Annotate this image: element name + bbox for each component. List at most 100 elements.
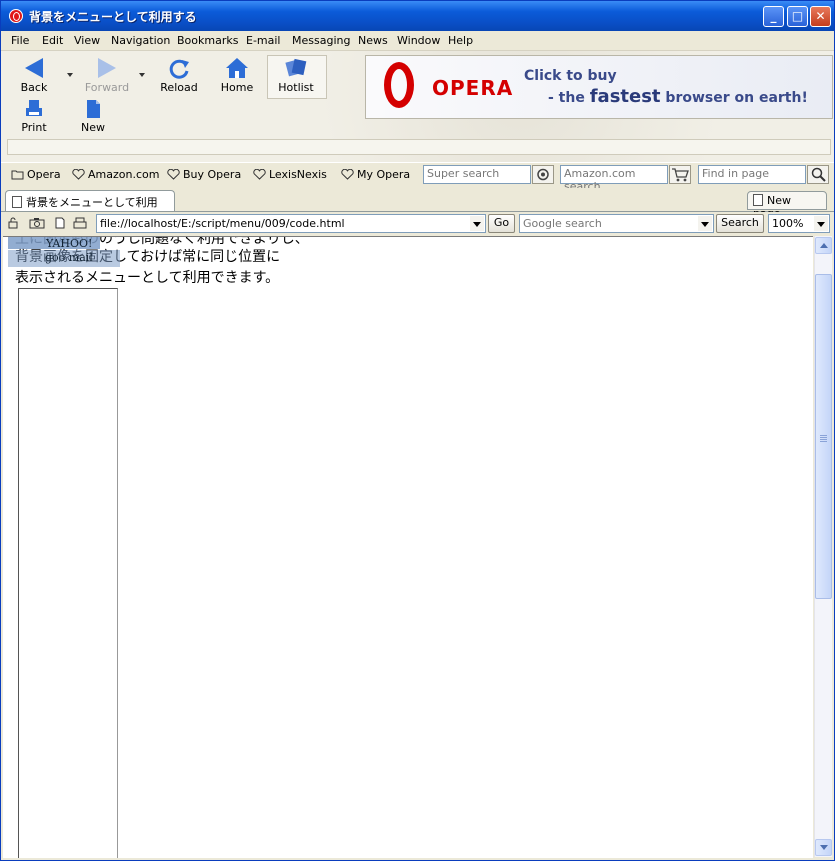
url-history-dropdown[interactable] xyxy=(470,216,484,231)
minimize-button[interactable]: _ xyxy=(763,6,784,27)
hotlist-label: Hotlist xyxy=(278,81,314,94)
page-info-icon[interactable] xyxy=(54,217,66,229)
document-icon xyxy=(12,196,22,208)
banner-line2-prefix: - the xyxy=(548,90,590,106)
menu-email[interactable]: E-mail xyxy=(246,34,281,47)
magnifier-icon xyxy=(811,167,826,182)
search-button[interactable]: Search xyxy=(716,214,764,233)
menu-news[interactable]: News xyxy=(358,34,388,47)
toolbar-empty-strip xyxy=(7,139,831,155)
menu-overlay-goo-mail[interactable]: goo mail xyxy=(45,251,93,264)
banner-brand: OPERA xyxy=(432,76,514,100)
find-in-page-button[interactable] xyxy=(807,165,829,184)
menu-help[interactable]: Help xyxy=(448,34,473,47)
window-title: 背景をメニューとして利用する xyxy=(29,10,197,24)
bookmark-opera-label: Opera xyxy=(27,168,61,181)
home-icon xyxy=(226,58,248,78)
hotlist-button[interactable]: Hotlist xyxy=(271,57,321,94)
forward-history-dropdown[interactable] xyxy=(139,73,145,77)
menu-window[interactable]: Window xyxy=(397,34,440,47)
vertical-scrollbar[interactable] xyxy=(814,236,832,857)
new-page-tab-button[interactable]: New page xyxy=(747,191,827,220)
scroll-up-button[interactable] xyxy=(815,237,832,254)
content-line-2: 表示されるメニューとして利用できます。 xyxy=(15,270,280,286)
menu-messaging[interactable]: Messaging xyxy=(292,34,350,47)
title-bar: 背景をメニューとして利用する _ □ ✕ xyxy=(1,1,834,31)
super-search-icon xyxy=(537,168,549,181)
tab-bar: 背景をメニューとして利用する New page xyxy=(1,188,834,225)
personal-bar: Opera Amazon.com Buy Opera LexisNexis My… xyxy=(1,162,834,193)
close-button[interactable]: ✕ xyxy=(810,6,831,27)
bookmark-amazon-label: Amazon.com xyxy=(88,168,160,181)
reload-label: Reload xyxy=(160,81,198,94)
back-label: Back xyxy=(20,81,48,94)
main-toolbar: Back Forward Reload Home Hotlist OPERA C… xyxy=(1,50,834,163)
banner-line2-suffix: browser on earth! xyxy=(660,90,808,106)
google-search-placeholder: Google search xyxy=(523,217,602,230)
url-input[interactable]: file://localhost/E:/script/menu/009/code… xyxy=(96,214,486,233)
opera-logo-icon xyxy=(384,62,414,108)
heart-icon xyxy=(341,169,354,180)
bookmark-my-opera[interactable]: My Opera xyxy=(341,168,410,181)
find-in-page-input[interactable]: Find in page xyxy=(698,165,806,184)
super-search-input[interactable]: Super search xyxy=(423,165,531,184)
opera-ad-banner[interactable]: OPERA Click to buy - the fastest browser… xyxy=(365,55,833,119)
scroll-down-button[interactable] xyxy=(815,839,832,856)
forward-arrow-icon xyxy=(98,58,116,78)
bookmark-buy-opera-label: Buy Opera xyxy=(183,168,242,181)
forward-button[interactable]: Forward xyxy=(83,57,131,94)
super-search-button[interactable] xyxy=(532,165,554,184)
printer-icon xyxy=(26,100,42,116)
opera-app-icon xyxy=(9,9,23,23)
url-text: file://localhost/E:/script/menu/009/code… xyxy=(100,217,345,230)
security-lock-icon[interactable] xyxy=(7,217,19,229)
camera-icon[interactable] xyxy=(29,217,45,229)
heart-icon xyxy=(253,169,266,180)
back-arrow-icon xyxy=(25,58,43,78)
inline-frame xyxy=(18,288,118,858)
back-button[interactable]: Back xyxy=(15,57,53,94)
banner-line2: - the fastest browser on earth! xyxy=(548,86,808,107)
bookmark-buy-opera[interactable]: Buy Opera xyxy=(167,168,241,181)
menu-bar: File Edit View Navigation Bookmarks E-ma… xyxy=(1,31,834,50)
tab-active-page[interactable]: 背景をメニューとして利用する xyxy=(5,190,175,225)
menu-file[interactable]: File xyxy=(11,34,29,47)
bookmark-amazon[interactable]: Amazon.com xyxy=(72,168,159,181)
reload-icon xyxy=(169,59,189,79)
home-label: Home xyxy=(220,81,254,94)
home-button[interactable]: Home xyxy=(219,57,255,94)
go-button[interactable]: Go xyxy=(488,214,515,233)
bookmark-my-opera-label: My Opera xyxy=(357,168,411,181)
page-content: 土に固定もののうし問題なく利用できよりし、 YAHOO! 背景画像を固定しておけ… xyxy=(3,236,813,858)
back-history-dropdown[interactable] xyxy=(67,73,73,77)
scroll-thumb[interactable] xyxy=(815,274,832,599)
heart-icon xyxy=(167,169,180,180)
menu-edit[interactable]: Edit xyxy=(42,34,63,47)
google-search-dropdown[interactable] xyxy=(698,216,712,231)
document-icon xyxy=(753,194,763,206)
menu-view[interactable]: View xyxy=(74,34,100,47)
menu-bookmarks[interactable]: Bookmarks xyxy=(177,34,238,47)
banner-line1: Click to buy xyxy=(524,68,617,84)
amazon-search-button[interactable] xyxy=(669,165,691,184)
forward-label: Forward xyxy=(84,81,130,94)
print-button[interactable]: Print xyxy=(17,99,51,134)
print-page-icon[interactable] xyxy=(73,217,87,229)
maximize-button[interactable]: □ xyxy=(787,6,808,27)
new-label: New xyxy=(81,121,105,134)
amazon-search-input[interactable]: Amazon.com search xyxy=(560,165,668,193)
google-search-input[interactable]: Google search xyxy=(519,214,714,233)
bookmark-opera[interactable]: Opera xyxy=(11,168,61,181)
bookmark-lexisnexis[interactable]: LexisNexis xyxy=(253,168,327,181)
address-bar: file://localhost/E:/script/menu/009/code… xyxy=(1,212,834,235)
new-button[interactable]: New xyxy=(77,99,109,134)
new-page-icon xyxy=(87,100,100,118)
scroll-grip-icon xyxy=(820,435,827,443)
bookmark-lexisnexis-label: LexisNexis xyxy=(269,168,327,181)
zoom-dropdown[interactable] xyxy=(814,216,828,231)
folder-icon xyxy=(11,170,24,180)
menu-navigation[interactable]: Navigation xyxy=(111,34,170,47)
zoom-select[interactable]: 100% xyxy=(768,214,830,233)
reload-button[interactable]: Reload xyxy=(159,57,199,94)
banner-line2-emphasis: fastest xyxy=(589,86,661,107)
